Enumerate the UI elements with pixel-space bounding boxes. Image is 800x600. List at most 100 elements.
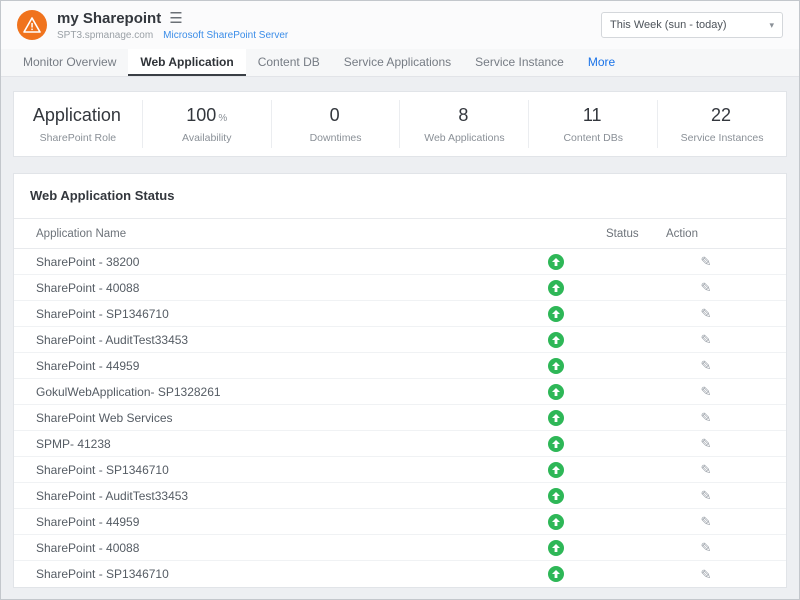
stat-item: 11 Content DBs	[529, 100, 658, 148]
table-row: SharePoint - SP1346710 ✎	[14, 561, 786, 587]
table-row: SharePoint - 44959 ✎	[14, 353, 786, 379]
status-cell	[506, 384, 606, 400]
table-row: SPMP- 41238 ✎	[14, 431, 786, 457]
application-name-cell: SharePoint - 44959	[36, 515, 506, 529]
status-cell	[506, 540, 606, 556]
tab-content-db[interactable]: Content DB	[246, 49, 332, 76]
stat-item: 8 Web Applications	[400, 100, 529, 148]
pencil-edit-icon[interactable]: ✎	[701, 489, 712, 502]
pencil-edit-icon[interactable]: ✎	[701, 515, 712, 528]
up-arrow-circle-icon	[548, 358, 564, 374]
server-type-link[interactable]: Microsoft SharePoint Server	[163, 30, 288, 41]
table-row: GokulWebApplication- SP1328261 ✎	[14, 379, 786, 405]
tab-service-applications[interactable]: Service Applications	[332, 49, 463, 76]
stat-item: 100% Availability	[143, 100, 272, 148]
pencil-edit-icon[interactable]: ✎	[701, 437, 712, 450]
pencil-edit-icon[interactable]: ✎	[701, 255, 712, 268]
application-name-cell: SharePoint Web Services	[36, 411, 506, 425]
table-header-row: Application Name Status Action	[14, 219, 786, 249]
up-arrow-circle-icon	[548, 566, 564, 582]
pencil-edit-icon[interactable]: ✎	[701, 385, 712, 398]
pencil-edit-icon[interactable]: ✎	[701, 541, 712, 554]
header: my Sharepoint ☰ SPT3.spmanage.com Micros…	[1, 1, 799, 49]
tab-label: Content DB	[258, 55, 320, 69]
action-cell: ✎	[666, 307, 746, 320]
action-cell: ✎	[666, 489, 746, 502]
tab-service-instance[interactable]: Service Instance	[463, 49, 576, 76]
tab-web-application[interactable]: Web Application	[128, 49, 245, 76]
action-cell: ✎	[666, 568, 746, 581]
app-window: my Sharepoint ☰ SPT3.spmanage.com Micros…	[0, 0, 800, 600]
application-name-cell: SharePoint - 44959	[36, 359, 506, 373]
stats-summary-card: Application SharePoint Role 100% Availab…	[13, 91, 787, 157]
tab-label: Web Application	[140, 55, 233, 69]
stat-label: Web Applications	[404, 132, 524, 144]
action-cell: ✎	[666, 437, 746, 450]
column-header-status: Status	[606, 228, 666, 240]
up-arrow-circle-icon	[548, 540, 564, 556]
pencil-edit-icon[interactable]: ✎	[701, 281, 712, 294]
action-cell: ✎	[666, 515, 746, 528]
up-arrow-circle-icon	[548, 514, 564, 530]
tab-label: Service Applications	[344, 55, 451, 69]
stat-label: Downtimes	[276, 132, 396, 144]
stat-value: 8	[458, 105, 468, 125]
period-selector-value: This Week (sun - today)	[610, 19, 727, 31]
status-cell	[506, 436, 606, 452]
application-name-cell: SharePoint - AuditTest33453	[36, 333, 506, 347]
status-cell	[506, 254, 606, 270]
application-name-cell: SPMP- 41238	[36, 437, 506, 451]
tab-label: Monitor Overview	[23, 55, 116, 69]
action-cell: ✎	[666, 411, 746, 424]
table-row: SharePoint - SP1346710 ✎	[14, 457, 786, 483]
hamburger-menu-icon[interactable]: ☰	[169, 11, 182, 26]
stat-value: 0	[330, 105, 340, 125]
tab-monitor-overview[interactable]: Monitor Overview	[11, 49, 128, 76]
table-row: SharePoint - 38200 ✎	[14, 249, 786, 275]
tab-label: More	[588, 55, 615, 69]
stat-item: Application SharePoint Role	[14, 100, 143, 148]
table-row: SharePoint - AuditTest33453 ✎	[14, 327, 786, 353]
action-cell: ✎	[666, 463, 746, 476]
table-row: SharePoint - 40088 ✎	[14, 535, 786, 561]
pencil-edit-icon[interactable]: ✎	[701, 359, 712, 372]
application-name-cell: SharePoint - SP1346710	[36, 567, 506, 581]
application-name-cell: SharePoint - AuditTest33453	[36, 489, 506, 503]
period-selector[interactable]: This Week (sun - today) ▾	[601, 12, 783, 38]
table-row: SharePoint - SP1346710 ✎	[14, 301, 786, 327]
status-cell	[506, 332, 606, 348]
pencil-edit-icon[interactable]: ✎	[701, 568, 712, 581]
status-cell	[506, 566, 606, 582]
up-arrow-circle-icon	[548, 306, 564, 322]
column-header-action: Action	[666, 228, 746, 240]
up-arrow-circle-icon	[548, 254, 564, 270]
up-arrow-circle-icon	[548, 462, 564, 478]
application-name-cell: SharePoint - 40088	[36, 541, 506, 555]
stat-item: 22 Service Instances	[658, 100, 786, 148]
pencil-edit-icon[interactable]: ✎	[701, 463, 712, 476]
up-arrow-circle-icon	[548, 332, 564, 348]
up-arrow-circle-icon	[548, 410, 564, 426]
page-title: my Sharepoint	[57, 10, 161, 27]
status-cell	[506, 280, 606, 296]
action-cell: ✎	[666, 281, 746, 294]
application-name-cell: SharePoint - SP1346710	[36, 307, 506, 321]
status-cell	[506, 462, 606, 478]
up-arrow-circle-icon	[548, 384, 564, 400]
pencil-edit-icon[interactable]: ✎	[701, 411, 712, 424]
stat-label: Service Instances	[662, 132, 782, 144]
application-name-cell: SharePoint - 40088	[36, 281, 506, 295]
stat-value: 22	[711, 105, 731, 125]
pencil-edit-icon[interactable]: ✎	[701, 333, 712, 346]
table-row: SharePoint - 44959 ✎	[14, 509, 786, 535]
action-cell: ✎	[666, 359, 746, 372]
tab-more[interactable]: More	[576, 49, 627, 76]
up-arrow-circle-icon	[548, 436, 564, 452]
card-title: Web Application Status	[30, 188, 174, 203]
pencil-edit-icon[interactable]: ✎	[701, 307, 712, 320]
stat-value: 100	[186, 105, 216, 125]
warning-triangle-icon	[17, 10, 47, 40]
table-row: SharePoint - 40088 ✎	[14, 275, 786, 301]
column-header-application-name: Application Name	[36, 228, 506, 240]
application-name-cell: GokulWebApplication- SP1328261	[36, 385, 506, 399]
